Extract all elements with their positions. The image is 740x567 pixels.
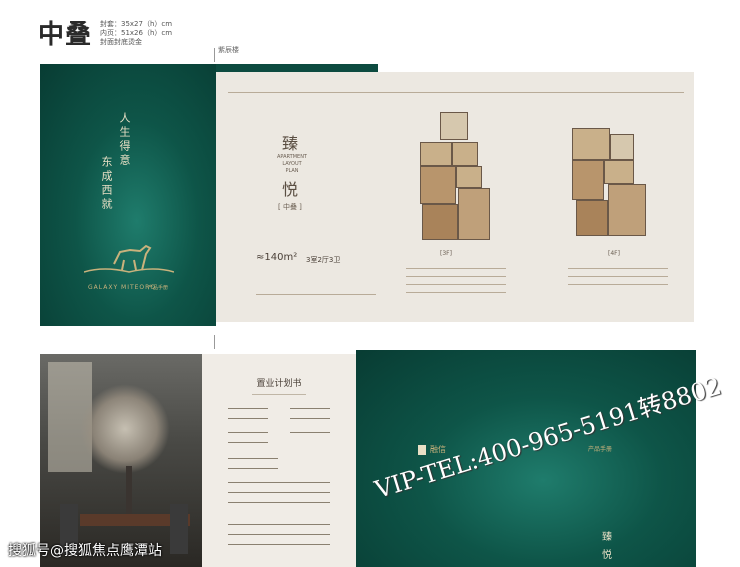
form-field xyxy=(290,432,330,433)
form-field xyxy=(228,482,330,483)
note-line xyxy=(406,284,506,285)
divider xyxy=(252,394,306,395)
plan-label: [ 中叠 ] xyxy=(278,203,302,211)
purchase-title: 置业计划书 xyxy=(256,379,302,389)
horse-logo-icon xyxy=(84,244,174,273)
form-field xyxy=(228,442,268,443)
crop-mark xyxy=(214,335,215,349)
note-line xyxy=(406,268,506,269)
form-field xyxy=(228,544,330,545)
form-field xyxy=(290,408,330,409)
form-field xyxy=(228,418,268,419)
cover-panel: 人生得意 东成西就 GALAXY MITEORO 产品手册 xyxy=(40,64,216,326)
rule-line xyxy=(256,294,376,295)
spec-line-3: 封面封底烫金 xyxy=(100,38,142,46)
purchase-plan-page: 置业计划书 xyxy=(202,354,356,567)
rule-line xyxy=(228,92,684,93)
form-field xyxy=(228,502,330,503)
poem-line-1: 人生得意 xyxy=(118,112,131,168)
plan-title-en-3: PLAN xyxy=(285,168,299,174)
tag-label: 紫辰楼 xyxy=(218,46,239,54)
form-field xyxy=(228,534,330,535)
spec-line-2: 内页：51x26（h）cm xyxy=(100,29,173,37)
floor-plan-3f xyxy=(416,112,496,242)
crop-mark xyxy=(214,48,215,62)
blossom-tree xyxy=(80,384,170,474)
floor-label-3f: [3F] xyxy=(440,250,452,257)
form-field xyxy=(290,418,330,419)
brand-cn: 产品手册 xyxy=(148,285,169,291)
room xyxy=(572,128,610,160)
poem-line-2: 东成西就 xyxy=(100,156,113,212)
plan-title-bottom: 悦 xyxy=(282,180,299,199)
form-field xyxy=(228,432,268,433)
back-title-top: 臻 xyxy=(602,532,612,543)
room xyxy=(420,166,456,204)
room xyxy=(422,204,458,240)
watermark: 搜狐号@搜狐焦点鹰潭站 xyxy=(8,543,162,559)
form-field xyxy=(228,408,268,409)
page-title: 中叠 xyxy=(38,20,93,50)
brand-en: GALAXY MITEORO xyxy=(88,284,157,291)
room xyxy=(452,142,478,166)
form-field xyxy=(228,524,330,525)
form-field xyxy=(228,458,278,459)
plan-title-en-1: APARTMENT xyxy=(277,154,307,160)
room xyxy=(572,160,604,200)
note-line xyxy=(406,276,506,277)
note-line xyxy=(406,292,506,293)
form-field xyxy=(228,492,330,493)
plan-title-top: 臻 xyxy=(282,134,299,153)
chair xyxy=(170,504,188,554)
plan-rooms: 3室2厅3卫 xyxy=(306,256,341,264)
room xyxy=(440,112,468,140)
room xyxy=(576,200,608,236)
room xyxy=(420,142,452,166)
room xyxy=(608,184,646,236)
back-title-bottom: 悦 xyxy=(602,550,612,561)
room xyxy=(456,166,482,188)
floor-label-4f: [4F] xyxy=(608,250,620,257)
room xyxy=(604,160,634,184)
interior-photo xyxy=(40,354,202,567)
plan-title-en-2: LAYOUT xyxy=(282,161,302,167)
floor-plan-page: 臻 APARTMENT LAYOUT PLAN 悦 [ 中叠 ] ≈140m² … xyxy=(216,72,694,322)
floor-plan-4f xyxy=(572,128,662,238)
room xyxy=(458,188,490,240)
note-line xyxy=(568,268,668,269)
room xyxy=(610,134,634,160)
note-line xyxy=(568,284,668,285)
back-logo-sub: 产品手册 xyxy=(588,446,613,453)
form-field xyxy=(228,468,278,469)
spec-line-1: 封套：35x27（h）cm xyxy=(100,20,173,28)
note-line xyxy=(568,276,668,277)
plan-area: ≈140m² xyxy=(256,252,298,263)
